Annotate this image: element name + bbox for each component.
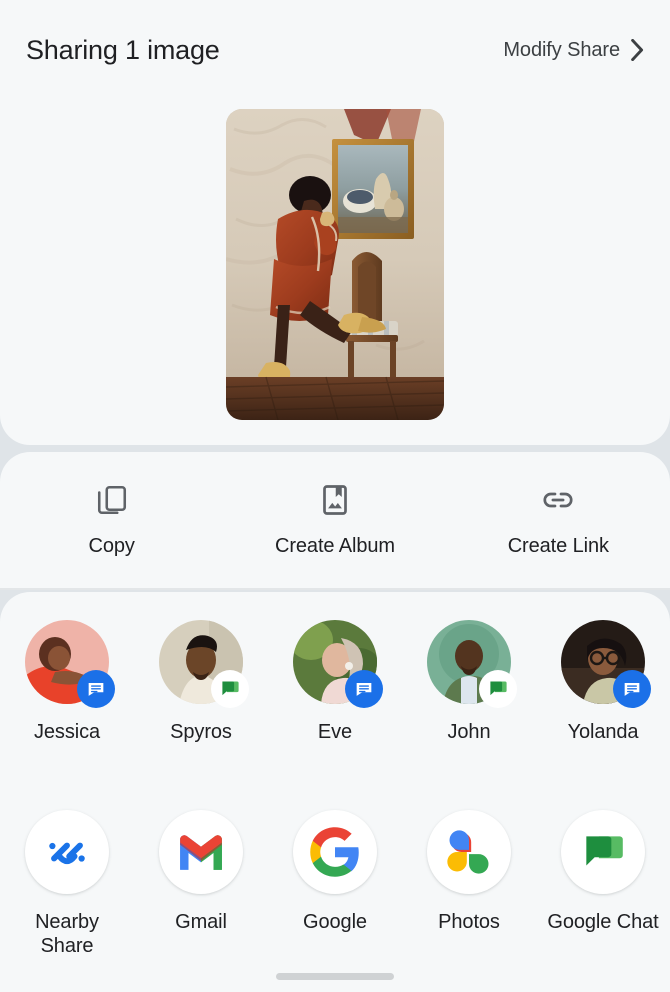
contact-name: Spyros (170, 721, 232, 743)
app-google-chat[interactable]: Google Chat (536, 810, 670, 970)
gmail-icon (180, 835, 222, 870)
modify-share-button[interactable]: Modify Share (503, 39, 644, 62)
contact-name: Eve (317, 721, 353, 743)
contact-jessica[interactable]: Jessica (0, 620, 134, 770)
album-icon (323, 485, 347, 515)
avatar-wrapper (25, 620, 115, 708)
google-chat-icon (586, 836, 623, 866)
google-photos-icon (447, 830, 489, 874)
messages-icon (624, 683, 640, 696)
create-album-label: Create Album (275, 535, 395, 557)
app-icon-wrapper (293, 810, 377, 894)
contact-yolanda[interactable]: Yolanda (536, 620, 670, 770)
preview-artwork (226, 109, 444, 420)
copy-label: Copy (88, 535, 135, 557)
avatar-wrapper (293, 620, 383, 708)
app-name: Gmail (175, 911, 227, 933)
home-indicator[interactable] (276, 973, 394, 980)
contacts-row: Jessica Spyros Eve John Yolanda (0, 620, 670, 770)
app-icon-wrapper (427, 810, 511, 894)
shared-image-preview[interactable] (226, 109, 444, 420)
google-chat-icon (490, 681, 507, 696)
messages-badge (345, 670, 383, 708)
app-google[interactable]: Google (268, 810, 402, 970)
app-name: Google (303, 911, 367, 933)
chat-badge (479, 670, 517, 708)
apps-row: Nearby Share Gmail Google Photos Google … (0, 810, 670, 970)
chat-badge (211, 670, 249, 708)
app-name: Google Chat (547, 911, 659, 933)
app-name: Photos (438, 911, 500, 933)
contact-name: Yolanda (567, 721, 639, 743)
copy-action[interactable]: Copy (0, 482, 223, 558)
create-album-action[interactable]: Create Album (223, 482, 446, 558)
share-sheet: Sharing 1 image Modify Share Copy Create… (0, 0, 670, 992)
contact-spyros[interactable]: Spyros (134, 620, 268, 770)
app-gmail[interactable]: Gmail (134, 810, 268, 970)
app-icon-wrapper (561, 810, 645, 894)
app-name: Nearby Share (35, 911, 99, 957)
messages-badge (613, 670, 651, 708)
contact-name: Jessica (34, 721, 100, 743)
create-link-action[interactable]: Create Link (447, 482, 670, 558)
nearby-share-icon (49, 842, 85, 865)
app-nearby-share[interactable]: Nearby Share (0, 810, 134, 970)
link-icon (543, 492, 573, 508)
app-photos[interactable]: Photos (402, 810, 536, 970)
app-icon-wrapper (25, 810, 109, 894)
chevron-right-icon (631, 39, 644, 61)
messages-badge (77, 670, 115, 708)
google-icon (310, 827, 359, 877)
copy-icon (97, 485, 126, 515)
modify-share-label: Modify Share (503, 38, 620, 61)
messages-icon (356, 683, 372, 696)
actions-row: Copy Create Album Create Link (0, 452, 670, 588)
avatar-wrapper (561, 620, 651, 708)
avatar-wrapper (427, 620, 517, 708)
google-chat-icon (222, 681, 239, 696)
messages-icon (88, 683, 104, 696)
contact-name: John (447, 721, 491, 743)
contact-eve[interactable]: Eve (268, 620, 402, 770)
page-title: Sharing 1 image (26, 34, 220, 65)
app-icon-wrapper (159, 810, 243, 894)
sheet-header: Sharing 1 image Modify Share (0, 26, 670, 74)
create-link-label: Create Link (507, 535, 609, 557)
contact-john[interactable]: John (402, 620, 536, 770)
avatar-wrapper (159, 620, 249, 708)
section-divider (0, 588, 670, 590)
